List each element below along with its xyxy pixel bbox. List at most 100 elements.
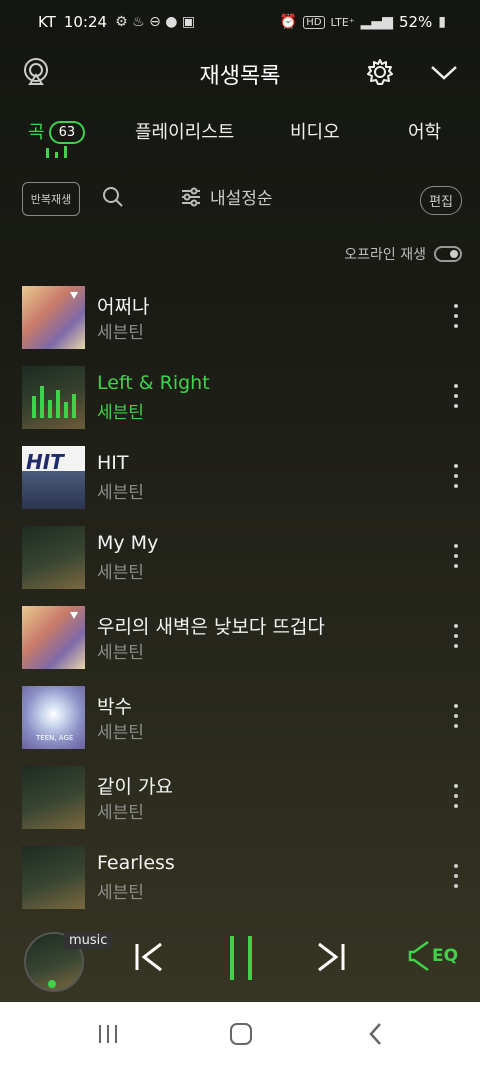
pause-icon	[230, 936, 252, 980]
speaker-icon	[408, 940, 429, 972]
song-title: 같이 가요	[97, 776, 173, 798]
album-art: HIT	[22, 446, 85, 509]
song-title: 우리의 새벽은 낮보다 뜨겁다	[97, 616, 325, 638]
album-art	[22, 766, 85, 829]
song-artist: 세븐틴	[97, 723, 144, 743]
signal-icon: ▂▄▆	[360, 14, 393, 30]
carrier-label: KT	[38, 13, 56, 31]
playing-indicator-dot	[48, 980, 56, 988]
album-art	[22, 606, 85, 669]
song-title: Left & Right	[97, 372, 210, 394]
chevron-down-icon	[431, 66, 457, 80]
song-artist: 세븐틴	[97, 323, 144, 343]
song-artist: 세븐틴	[97, 803, 144, 823]
album-art-text: TEEN, AGE	[36, 734, 74, 742]
song-title: 어쩌나	[97, 296, 150, 318]
pause-button[interactable]	[222, 934, 260, 986]
album-art: TEEN, AGE	[22, 686, 85, 749]
song-title: My My	[97, 532, 159, 554]
offline-label: 오프라인 재생	[344, 247, 426, 263]
album-art	[22, 846, 85, 909]
header: 재생목록	[0, 44, 480, 96]
search-button[interactable]	[100, 184, 126, 214]
album-logo-icon	[70, 292, 78, 299]
home-button[interactable]	[228, 1022, 254, 1050]
collapse-button[interactable]	[426, 54, 462, 90]
page-title: 재생목록	[199, 64, 281, 89]
offline-toggle[interactable]	[434, 246, 462, 262]
song-row-now-playing[interactable]: Left & Right 세븐틴	[0, 364, 480, 444]
next-icon	[318, 942, 345, 972]
battery-icon: ▮	[438, 14, 446, 30]
status-app-icons: ⚙ ♨ ⊖ ● ▣	[115, 14, 196, 30]
album-art	[22, 286, 85, 349]
search-icon	[103, 187, 123, 207]
song-title: 박수	[97, 696, 132, 718]
repeat-button[interactable]: 반복재생	[22, 182, 80, 216]
more-options-button[interactable]	[450, 384, 462, 408]
time-label: 10:24	[63, 13, 108, 31]
system-nav-bar	[0, 1002, 480, 1067]
eq-label: EQ	[432, 946, 459, 966]
song-row[interactable]: My My 세븐틴	[0, 524, 480, 604]
more-options-button[interactable]	[450, 624, 462, 648]
back-icon	[369, 1023, 381, 1045]
album-art-text: HIT	[26, 450, 64, 474]
more-options-button[interactable]	[450, 304, 462, 328]
song-row[interactable]: 어쩌나 세븐틴	[0, 284, 480, 364]
more-options-button[interactable]	[450, 544, 462, 568]
equalizer-button[interactable]: EQ	[408, 940, 458, 972]
song-artist: 세븐틴	[97, 883, 144, 903]
song-artist: 세븐틴	[97, 403, 144, 423]
song-artist: 세븐틴	[97, 643, 144, 663]
back-button[interactable]	[366, 1022, 386, 1050]
album-art	[22, 366, 85, 429]
list-toolbar: 반복재생 내설정순 편집	[0, 180, 480, 220]
song-row[interactable]: 우리의 새벽은 낮보다 뜨겁다 세븐틴	[0, 604, 480, 684]
tab-bar: 곡 63 플레이리스트 비디오 어학	[0, 112, 480, 162]
previous-icon	[135, 942, 162, 972]
song-row[interactable]: TEEN, AGE 박수 세븐틴	[0, 684, 480, 764]
recents-icon	[99, 1025, 117, 1043]
recents-button[interactable]	[96, 1022, 120, 1050]
previous-button[interactable]	[130, 938, 168, 980]
song-row[interactable]: HIT HIT 세븐틴	[0, 444, 480, 524]
song-title: Fearless	[97, 852, 175, 874]
network-label: LTE⁺	[330, 15, 355, 29]
battery-label: 52%	[398, 13, 433, 31]
gear-icon	[367, 59, 393, 85]
album-art	[22, 526, 85, 589]
offline-play-row: 오프라인 재생	[344, 244, 462, 264]
alarm-icon: ⏰	[279, 14, 298, 30]
song-count-badge: 63	[48, 121, 86, 144]
song-row[interactable]: Fearless 세븐틴	[0, 844, 480, 924]
equalizer-overlay-icon	[32, 386, 76, 418]
hd-icon: HD	[303, 15, 325, 29]
sort-button[interactable]: 내설정순	[180, 184, 273, 209]
home-icon	[230, 1023, 252, 1045]
status-bar: KT 10:24 ⚙ ♨ ⊖ ● ▣ ⏰ HD LTE⁺ ▂▄▆ 52% ▮	[0, 0, 480, 44]
now-playing-bars-icon	[46, 146, 67, 158]
more-options-button[interactable]	[450, 464, 462, 488]
song-row[interactable]: 같이 가요 세븐틴	[0, 764, 480, 844]
song-title: HIT	[97, 452, 129, 474]
tab-playlists[interactable]: 플레이리스트	[135, 118, 234, 144]
song-artist: 세븐틴	[97, 483, 144, 503]
song-artist: 세븐틴	[97, 563, 144, 583]
tab-songs[interactable]: 곡 63	[28, 118, 86, 144]
more-options-button[interactable]	[450, 784, 462, 808]
more-options-button[interactable]	[450, 704, 462, 728]
more-options-button[interactable]	[450, 864, 462, 888]
tab-videos[interactable]: 비디오	[290, 118, 340, 144]
music-tag: music	[64, 932, 113, 949]
album-logo-icon	[70, 612, 78, 619]
tab-label: 곡	[28, 122, 45, 143]
sliders-icon	[182, 187, 200, 206]
sort-label: 내설정순	[210, 189, 273, 209]
next-button[interactable]	[312, 938, 350, 980]
mini-player: music EQ	[0, 920, 480, 1002]
settings-button[interactable]	[362, 54, 398, 90]
edit-button[interactable]: 편집	[420, 186, 462, 215]
tab-language[interactable]: 어학	[408, 118, 441, 144]
song-list: 어쩌나 세븐틴 Left & Right 세븐틴 HIT HIT 세븐틴 My …	[0, 284, 480, 924]
